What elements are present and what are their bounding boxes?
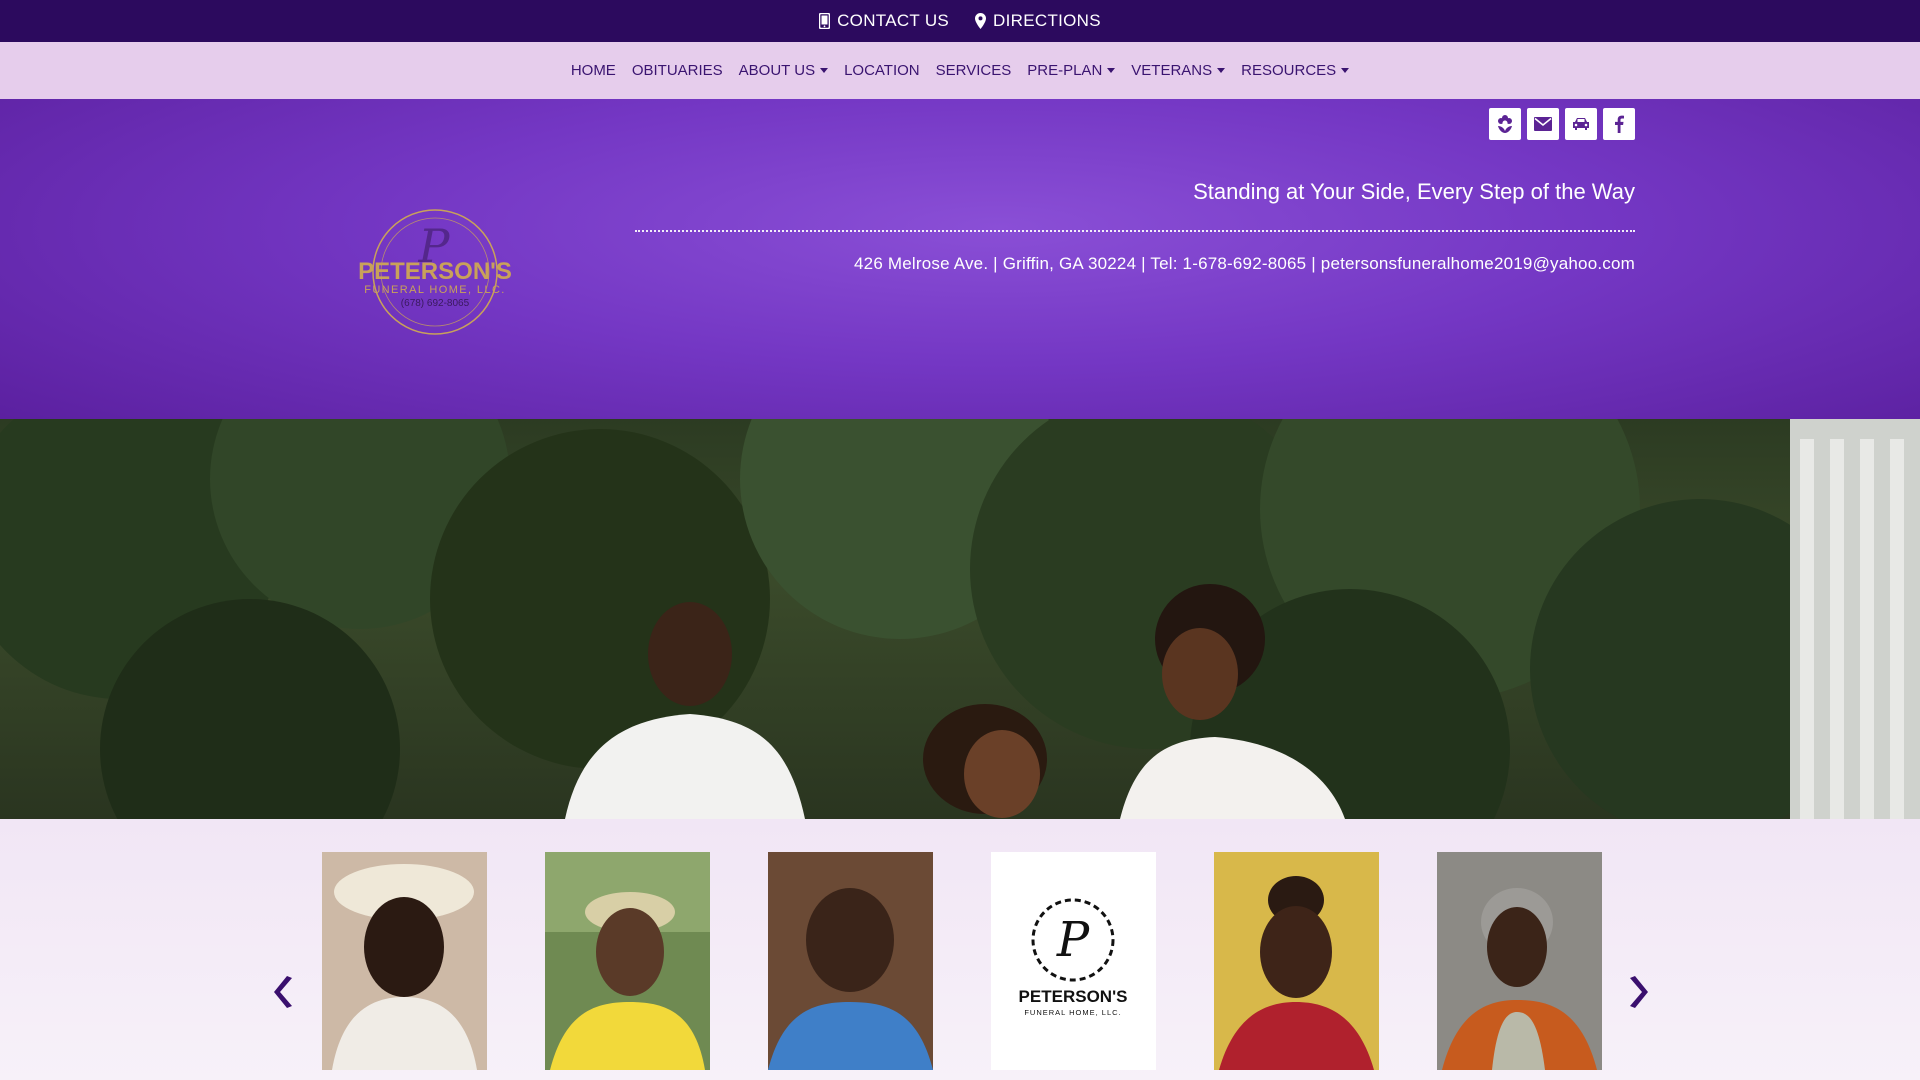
nav-item-label: HOME (570, 62, 616, 79)
svg-text:P: P (1056, 912, 1090, 968)
nav-item-label: PRE-PLAN (1027, 62, 1103, 79)
caret-down-icon (1341, 68, 1350, 73)
carousel-prev-button[interactable] (272, 974, 296, 1010)
site-header: Standing at Your Side, Every Step of the… (0, 99, 1920, 419)
nav-item-home[interactable]: HOME (571, 62, 616, 79)
directions-label: DIRECTIONS (993, 11, 1101, 30)
carousel-next-button[interactable] (1626, 974, 1650, 1010)
obituary-photo (1214, 852, 1379, 1070)
nav-item-services[interactable]: SERVICES (936, 62, 1012, 79)
hero-photo (0, 419, 1920, 819)
obituary-card-logo[interactable]: P PETERSON'S FUNERAL HOME, LLC. (991, 852, 1156, 1070)
header-divider (635, 230, 1635, 232)
nav-item-label: RESOURCES (1241, 62, 1337, 79)
obituary-carousel: P PETERSON'S FUNERAL HOME, LLC. (0, 819, 1920, 1080)
nav-item-label: ABOUT US (738, 62, 816, 79)
flower-icon (1498, 115, 1512, 133)
car-button[interactable] (1565, 108, 1597, 140)
obituary-card[interactable] (768, 852, 933, 1070)
nav-item-veterans[interactable]: VETERANS (1131, 62, 1226, 79)
nav-item-label: SERVICES (935, 62, 1012, 79)
nav-item-label: OBITUARIES (631, 62, 723, 79)
funeral-home-logo[interactable]: P PETERSON'S FUNERAL HOME, LLC. (678) 69… (348, 207, 523, 337)
phone-icon (819, 13, 831, 29)
contact-us-link[interactable]: CONTACT US (819, 11, 949, 31)
nav-item-obituaries[interactable]: OBITUARIES (632, 62, 723, 79)
card-logo-name: PETERSON'S (1019, 987, 1128, 1006)
logo-phone: (678) 692-8065 (401, 298, 470, 309)
chevron-right-icon (1630, 976, 1648, 1008)
chevron-left-icon (274, 976, 292, 1008)
card-logo-subtitle: FUNERAL HOME, LLC. (1024, 1008, 1121, 1017)
contact-us-label: CONTACT US (837, 11, 950, 30)
obituary-photo (1437, 852, 1602, 1070)
petersons-logo-card: P PETERSON'S FUNERAL HOME, LLC. (991, 852, 1156, 1070)
obituary-photo (322, 852, 487, 1070)
nav-item-about-us[interactable]: ABOUT US (738, 62, 829, 79)
tagline: Standing at Your Side, Every Step of the… (1193, 179, 1635, 204)
utility-bar: CONTACT US DIRECTIONS (0, 0, 1920, 42)
car-icon (1573, 118, 1589, 130)
email-button[interactable] (1527, 108, 1559, 140)
caret-down-icon (1107, 68, 1116, 73)
email-icon (1534, 117, 1552, 131)
contact-info: 426 Melrose Ave. | Griffin, GA 30224 | T… (854, 254, 1635, 273)
caret-down-icon (1217, 68, 1226, 73)
obituary-card[interactable] (1437, 852, 1602, 1070)
main-nav: HOME OBITUARIES ABOUT US LOCATION SERVIC… (0, 42, 1920, 99)
obituary-photo (768, 852, 933, 1070)
facebook-button[interactable] (1603, 108, 1635, 140)
obituary-card[interactable] (322, 852, 487, 1070)
nav-item-label: LOCATION (844, 62, 920, 79)
obituary-card[interactable] (545, 852, 710, 1070)
send-flowers-button[interactable] (1489, 108, 1521, 140)
logo-subtitle: FUNERAL HOME, LLC. (364, 284, 506, 296)
nav-item-pre-plan[interactable]: PRE-PLAN (1027, 62, 1116, 79)
social-icons (1489, 108, 1635, 140)
caret-down-icon (820, 68, 829, 73)
hero-scene (0, 419, 1920, 819)
directions-link[interactable]: DIRECTIONS (975, 11, 1101, 31)
facebook-icon (1615, 115, 1624, 133)
obituary-card[interactable] (1214, 852, 1379, 1070)
obituary-photo (545, 852, 710, 1070)
nav-item-location[interactable]: LOCATION (844, 62, 920, 79)
logo-name: PETERSON'S (358, 258, 512, 285)
map-pin-icon (975, 13, 987, 29)
nav-item-label: VETERANS (1131, 62, 1213, 79)
nav-item-resources[interactable]: RESOURCES (1241, 62, 1350, 79)
